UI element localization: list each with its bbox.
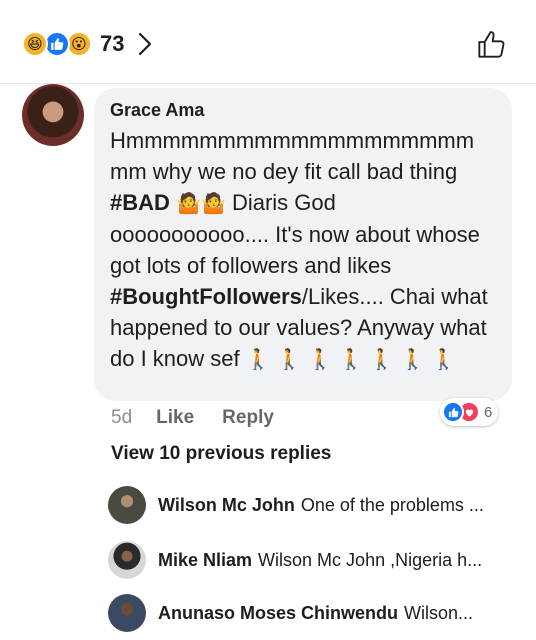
comment-timestamp[interactable]: 5d xyxy=(111,407,132,429)
view-previous-replies-link[interactable]: View 10 previous replies xyxy=(111,443,331,465)
reaction-count: 73 xyxy=(100,31,125,56)
comment-text: Hmmmmmmmmmmmmmmmmmmm mm why we no dey fi… xyxy=(110,125,496,375)
hashtag-link[interactable]: #BAD xyxy=(110,190,170,215)
reply-author[interactable]: Mike Nliam xyxy=(158,550,252,570)
comment-actions: 5d Like Reply xyxy=(111,404,302,432)
reply-button[interactable]: Reply xyxy=(222,407,274,429)
avatar[interactable] xyxy=(108,541,146,579)
reply-text: Wilson Mc John One of the problems ... xyxy=(158,495,518,516)
reply-text: Anunaso Moses Chinwendu Wilson... xyxy=(158,603,518,624)
reply-author[interactable]: Wilson Mc John xyxy=(158,495,295,515)
reactions-header: 😆 😮 73 xyxy=(0,0,536,84)
walking-woman-emoji-icon: 🚶 xyxy=(338,347,364,371)
reply-author[interactable]: Anunaso Moses Chinwendu xyxy=(158,603,398,623)
walking-woman-emoji-icon: 🚶 xyxy=(245,347,271,371)
avatar[interactable] xyxy=(108,486,146,524)
reply-snippet: One of the problems ... xyxy=(300,494,484,515)
comment-bubble[interactable]: Grace Ama Hmmmmmmmmmmmmmmmmmmm mm why we… xyxy=(94,88,512,401)
walking-woman-emoji-icon: 🚶 xyxy=(400,347,426,371)
walking-woman-emoji-icon: 🚶 xyxy=(307,347,333,371)
thumbs-up-icon[interactable] xyxy=(472,24,512,64)
reply-snippet: Wilson Mc John ,Nigeria h... xyxy=(258,549,483,570)
shrug-emoji-icon: 🤷 xyxy=(176,191,201,215)
comment-text-part: Hmmmmmmmmmmmmmmmmmmm mm why we no dey fi… xyxy=(110,128,475,184)
reply-snippet: Wilson... xyxy=(404,602,474,623)
walking-woman-emoji-icon: 🚶 xyxy=(431,347,457,371)
comment-author[interactable]: Grace Ama xyxy=(110,99,496,121)
reactions-summary[interactable]: 😆 😮 73 xyxy=(22,24,152,64)
walking-woman-emoji-icon: 🚶 xyxy=(369,347,395,371)
chevron-right-icon[interactable] xyxy=(138,32,152,56)
comment-reactions[interactable]: 6 xyxy=(440,398,499,426)
like-button[interactable]: Like xyxy=(156,407,194,429)
shrug-emoji-icon: 🤷 xyxy=(200,191,226,215)
reply-text: Mike Nliam Wilson Mc John ,Nigeria h... xyxy=(158,550,518,571)
reply-item[interactable]: Mike Nliam Wilson Mc John ,Nigeria h... xyxy=(108,540,518,580)
avatar[interactable] xyxy=(108,594,146,632)
avatar[interactable] xyxy=(22,84,84,146)
comment-reaction-count: 6 xyxy=(484,403,493,421)
walking-woman-emoji-icon: 🚶 xyxy=(276,347,302,371)
haha-icon: 😆 xyxy=(22,31,48,57)
reply-item[interactable]: Anunaso Moses Chinwendu Wilson... xyxy=(108,593,518,633)
reply-item[interactable]: Wilson Mc John One of the problems ... xyxy=(108,485,518,525)
like-icon xyxy=(442,401,464,423)
hashtag-link[interactable]: #BoughtFollowers xyxy=(110,284,302,309)
